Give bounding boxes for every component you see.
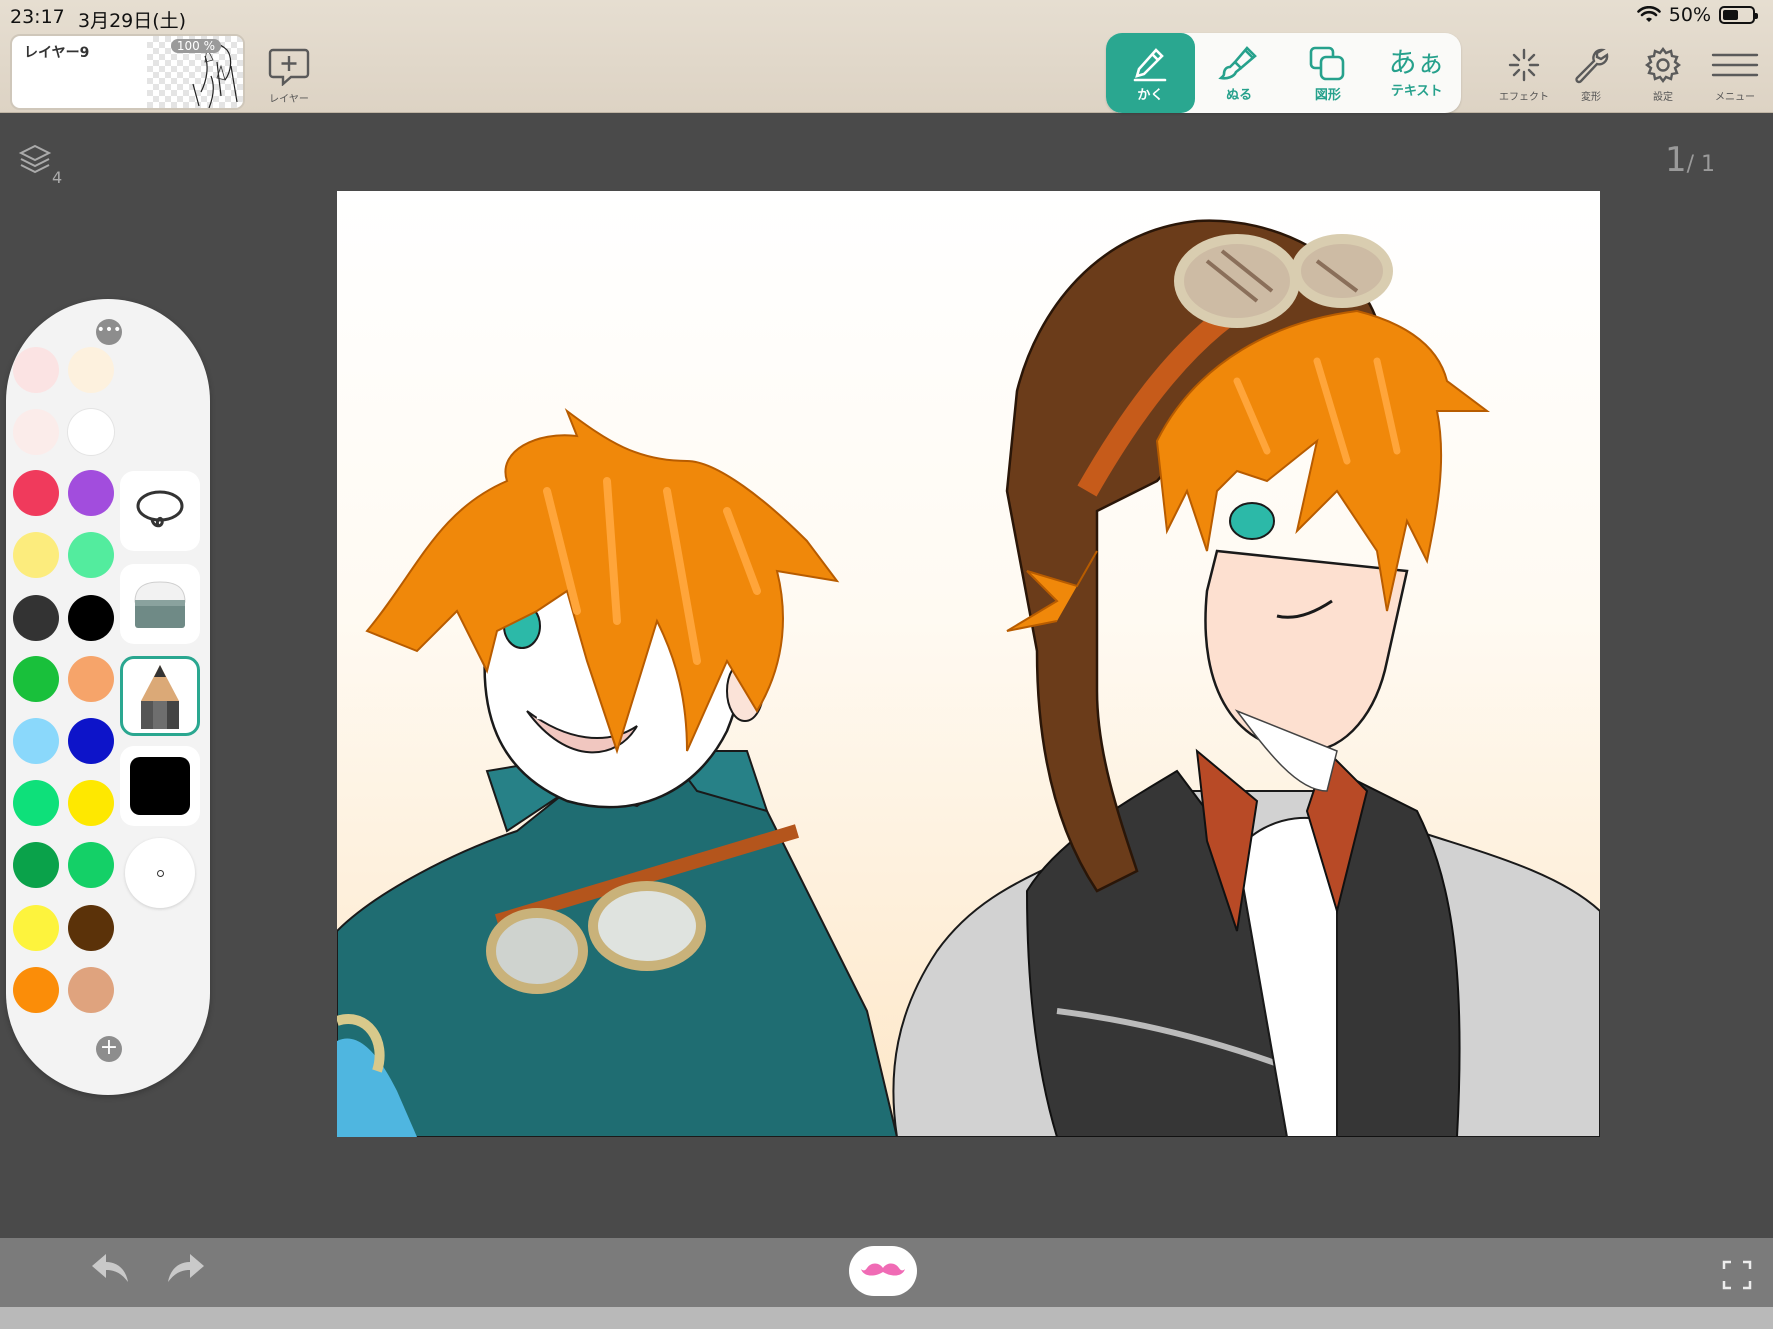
current-layer-thumbnail[interactable]: レイヤー9 100 % [10, 34, 245, 110]
color-swatch[interactable] [13, 780, 59, 826]
add-color-button[interactable]: + [96, 1036, 122, 1062]
lasso-tool-button[interactable] [120, 471, 200, 551]
text-icon: あぁ [1388, 45, 1445, 79]
status-indicators: 50% [1636, 4, 1758, 26]
drawing-canvas[interactable] [337, 191, 1600, 1137]
palette-more-button[interactable]: ••• [96, 319, 122, 345]
color-swatch[interactable] [13, 470, 59, 516]
draw-mode-label: かく [1137, 87, 1164, 103]
color-swatch[interactable] [68, 718, 114, 764]
color-swatch[interactable] [13, 842, 59, 888]
mustache-icon [861, 1263, 905, 1276]
shape-mode-label: 図形 [1314, 87, 1341, 103]
layer-name: レイヤー9 [24, 45, 90, 61]
brush-icon [1218, 45, 1258, 80]
color-palette-panel: ••• + [6, 299, 210, 1095]
color-swatch[interactable] [13, 718, 59, 764]
color-swatch[interactable] [13, 595, 59, 641]
wrench-icon [1575, 48, 1609, 84]
pencil-tool-icon [141, 665, 179, 729]
add-layer-button[interactable]: レイヤー [267, 46, 311, 105]
eraser-tool-button[interactable] [120, 564, 200, 644]
battery-icon [1719, 6, 1758, 24]
gear-icon [1645, 47, 1681, 83]
color-swatch[interactable] [68, 905, 114, 951]
color-swatch[interactable] [68, 967, 114, 1013]
pencil-icon [1134, 47, 1167, 81]
top-toolbar: 23:17 3月29日(土) 50% レイヤー9 100 % レイヤー かく ぬ… [0, 0, 1773, 113]
layers-panel-toggle[interactable]: 4 [18, 142, 62, 187]
fill-mode-label: ぬる [1226, 87, 1253, 103]
fullscreen-icon [1722, 1260, 1752, 1290]
add-layer-label: レイヤー [269, 94, 309, 105]
settings-button[interactable]: 設定 [1644, 46, 1682, 103]
menu-label: メニュー [1715, 92, 1755, 103]
add-layer-icon [268, 48, 310, 86]
color-swatch[interactable] [13, 532, 59, 578]
current-color-swatch[interactable] [120, 746, 200, 826]
undo-icon [92, 1254, 128, 1282]
status-time: 23:17 [10, 6, 65, 28]
hamburger-menu-icon [1711, 53, 1759, 77]
color-swatch[interactable] [68, 470, 114, 516]
color-swatch[interactable] [68, 532, 114, 578]
color-swatch[interactable] [68, 780, 114, 826]
text-mode-label: テキスト [1390, 83, 1443, 99]
effect-button[interactable]: エフェクト [1499, 46, 1549, 103]
effect-label: エフェクト [1499, 92, 1549, 103]
drawing-mode-group: かく ぬる 図形 あぁ テキスト [1106, 33, 1461, 113]
layer-count: 4 [52, 168, 63, 187]
bottom-toolbar [0, 1238, 1773, 1307]
sparkle-icon [1508, 48, 1540, 82]
wifi-icon [1636, 6, 1661, 22]
text-mode-button[interactable]: あぁ テキスト [1372, 33, 1461, 113]
lasso-icon [136, 490, 184, 528]
color-swatch[interactable] [13, 967, 59, 1013]
shape-mode-button[interactable]: 図形 [1284, 33, 1373, 113]
artwork-illustration [337, 219, 1600, 1137]
color-swatch[interactable] [13, 347, 59, 393]
color-swatch[interactable] [68, 842, 114, 888]
eraser-icon [134, 581, 186, 628]
home-indicator-area [0, 1307, 1773, 1329]
color-swatch[interactable] [13, 905, 59, 951]
shape-icon [1309, 46, 1345, 80]
page-indicator: 1/ 1 [1664, 140, 1715, 180]
fullscreen-button[interactable] [1722, 1260, 1752, 1294]
pencil-tool-button[interactable] [120, 656, 200, 736]
draw-mode-button[interactable]: かく [1106, 33, 1195, 113]
fill-mode-button[interactable]: ぬる [1195, 33, 1284, 113]
settings-label: 設定 [1653, 92, 1673, 103]
transform-button[interactable]: 変形 [1572, 46, 1610, 103]
layer-opacity: 100 % [170, 39, 221, 53]
menu-button[interactable]: メニュー [1710, 46, 1760, 103]
brush-size-icon [125, 838, 195, 908]
status-date: 3月29日(土) [78, 10, 187, 32]
current-color-chip [130, 757, 190, 815]
color-swatch[interactable] [13, 409, 59, 455]
battery-percentage: 50% [1668, 4, 1711, 26]
undo-button[interactable] [88, 1248, 132, 1292]
brush-size-button[interactable] [120, 833, 200, 913]
page-current: 1 [1664, 140, 1687, 180]
color-swatch[interactable] [68, 409, 114, 455]
color-swatch[interactable] [13, 656, 59, 702]
page-total: 1 [1701, 152, 1715, 177]
color-swatch[interactable] [68, 656, 114, 702]
color-swatch[interactable] [68, 595, 114, 641]
redo-icon [168, 1254, 204, 1282]
color-swatch[interactable] [68, 347, 114, 393]
transform-label: 変形 [1581, 92, 1601, 103]
layers-icon [18, 144, 52, 174]
quick-menu-button[interactable] [849, 1246, 917, 1296]
redo-button[interactable] [164, 1248, 208, 1292]
